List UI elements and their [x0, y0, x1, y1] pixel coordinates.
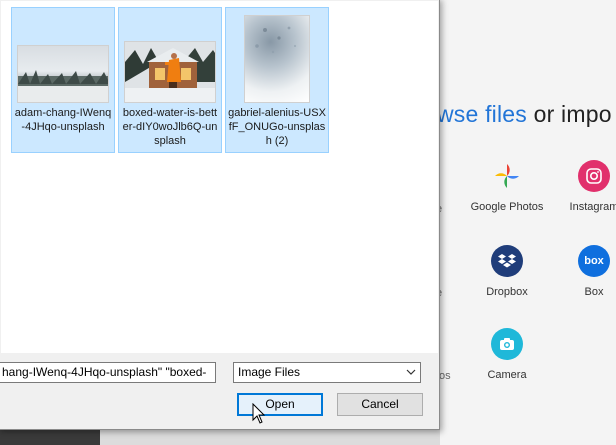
cancel-button[interactable]: Cancel: [337, 393, 423, 416]
source-instagram[interactable]: Instagram: [539, 160, 616, 213]
open-file-dialog: adam-chang-IWenq-4JHqo-unsplash boxed-wa…: [0, 0, 440, 430]
source-label: Camera: [487, 369, 527, 381]
source-camera[interactable]: Camera: [452, 328, 562, 381]
google-photos-icon: [491, 160, 523, 192]
camera-icon: [491, 328, 523, 360]
file-item[interactable]: gabriel-alenius-USXfF_ONUGo-unsplash (2): [225, 7, 329, 153]
file-thumbnail: [244, 15, 310, 103]
browse-files-link[interactable]: wse files: [437, 101, 527, 127]
box-icon: box: [578, 245, 610, 277]
browse-heading: wse files or impo: [437, 101, 612, 127]
file-type-select[interactable]: Image Files: [233, 362, 421, 383]
file-item[interactable]: boxed-water-is-better-dIY0woJlb6Q-unspla…: [118, 7, 222, 153]
file-name: gabriel-alenius-USXfF_ONUGo-unsplash (2): [228, 107, 326, 147]
file-name: boxed-water-is-better-dIY0woJlb6Q-unspla…: [122, 107, 218, 147]
instagram-icon: [578, 160, 610, 192]
file-list-pane[interactable]: adam-chang-IWenq-4JHqo-unsplash boxed-wa…: [1, 1, 438, 353]
dropbox-icon: [491, 245, 523, 277]
file-name: adam-chang-IWenq-4JHqo-unsplash: [14, 107, 112, 133]
source-box[interactable]: box Box: [539, 245, 616, 298]
open-button[interactable]: Open: [237, 393, 323, 416]
chevron-down-icon: [406, 363, 416, 389]
file-thumbnail: [17, 45, 109, 103]
file-type-value: Image Files: [238, 365, 301, 379]
source-label: Instagram: [569, 201, 616, 213]
file-name-input[interactable]: hang-IWenq-4JHqo-unsplash" "boxed-: [0, 362, 216, 383]
file-item[interactable]: adam-chang-IWenq-4JHqo-unsplash: [11, 7, 115, 153]
file-thumbnail: [124, 41, 216, 103]
source-label: Box: [584, 286, 604, 298]
mouse-cursor-icon: [252, 402, 266, 430]
